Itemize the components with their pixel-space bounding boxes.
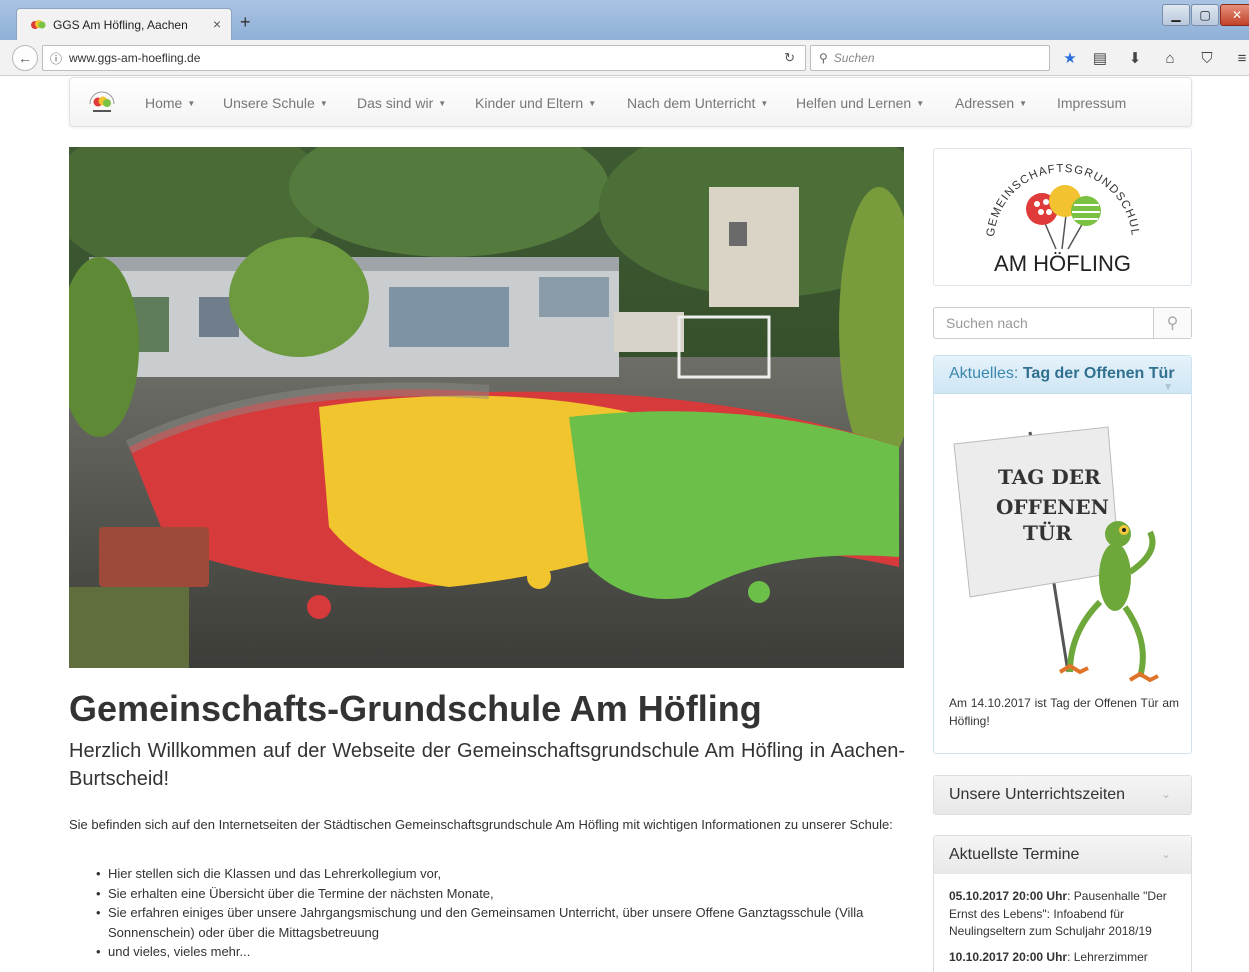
star-icon[interactable]: ★ [1060, 48, 1080, 68]
news-title: Tag der Offenen Tür [1022, 365, 1175, 382]
panel-title: Unsere Unterrichtszeiten [949, 786, 1126, 803]
chevron-down-icon: ▼ [319, 99, 328, 108]
intro-text: Sie befinden sich auf den Internetseiten… [69, 817, 893, 832]
panel-termine: Aktuellste Termine ⌄ 05.10.2017 20:00 Uh… [933, 835, 1192, 972]
list-item: Sie erfahren einiges über unsere Jahrgan… [96, 903, 906, 942]
search-icon: ⚲ [1166, 315, 1179, 332]
news-prefix: Aktuelles: [949, 365, 1019, 382]
news-text: Am 14.10.2017 ist Tag der Offenen Tür am… [949, 696, 1179, 728]
info-icon[interactable]: ⓘ [43, 50, 69, 67]
news-panel: Aktuelles: Tag der Offenen Tür ▼ TAG DER… [933, 355, 1192, 754]
school-logo-box[interactable]: GEMEINSCHAFTSGRUNDSCHULE AM HÖFLING [930, 140, 1192, 286]
list-item: und vieles, vieles mehr... [96, 942, 906, 962]
chevron-down-icon: ⌄ [1160, 847, 1171, 861]
chevron-down-icon: ▼ [187, 99, 196, 108]
nav-item-kinder-und-eltern[interactable]: Kinder und Eltern ▼ [475, 95, 596, 111]
nav-item-helfen-und-lernen[interactable]: Helfen und Lernen ▼ [796, 95, 924, 111]
sidebar-search: Suchen nach ⚲ [933, 307, 1192, 339]
search-button[interactable]: ⚲ [1153, 308, 1191, 338]
tab-close-icon[interactable]: × [213, 16, 221, 32]
open-day-illustration: TAG DER OFFENEN TÜR [953, 426, 1159, 683]
sign-line-1: TAG DER [998, 465, 1101, 489]
panel-title: Aktuellste Termine [949, 846, 1080, 863]
panel-unterrichtszeiten[interactable]: Unsere Unterrichtszeiten ⌄ [933, 775, 1192, 815]
tab-title: GGS Am Höfling, Aachen [53, 17, 188, 32]
browser-tabbar: GGS Am Höfling, Aachen × + ▁ ▢ ✕ [0, 0, 1249, 40]
search-icon: ⚲ [819, 51, 828, 65]
hero-photo [69, 147, 904, 668]
site-favicon-icon [29, 19, 47, 31]
browser-search-placeholder: Suchen [833, 51, 875, 65]
back-arrow-icon[interactable]: ← [12, 45, 38, 71]
browser-tab[interactable]: GGS Am Höfling, Aachen × [16, 8, 232, 40]
school-logo: GEMEINSCHAFTSGRUNDSCHULE AM HÖFLING [930, 140, 1140, 276]
nav-item-unsere-schule[interactable]: Unsere Schule ▼ [223, 95, 328, 111]
chevron-down-icon: ⌄ [1160, 787, 1171, 801]
termin-date: 10.10.2017 20:00 Uhr [949, 949, 1068, 964]
pocket-icon[interactable]: ⛉ [1197, 48, 1217, 68]
chevron-down-icon: ▼ [916, 99, 925, 108]
termin-date: 05.10.2017 20:00 Uhr [949, 889, 1068, 903]
news-panel-header[interactable]: Aktuelles: Tag der Offenen Tür ▼ [934, 356, 1191, 394]
chevron-down-icon: ▼ [1163, 382, 1173, 393]
chevron-down-icon: ▼ [760, 99, 769, 108]
new-tab-button[interactable]: + [240, 12, 251, 33]
browser-search-input[interactable]: ⚲ Suchen [810, 45, 1050, 71]
sign-line-3: TÜR [1023, 520, 1072, 545]
maximize-icon[interactable]: ▢ [1191, 4, 1219, 26]
site-logo[interactable] [86, 90, 118, 116]
sign-line-2: OFFENEN [996, 495, 1109, 519]
menu-icon[interactable]: ≡ [1232, 48, 1249, 68]
site-navbar: Home ▼ Unsere Schule ▼ Das sind wir ▼ Kinde… [69, 77, 1192, 127]
list-item: 10.10.2017 20:00 Uhr: Lehrerzimmer [934, 949, 1191, 967]
chevron-down-icon: ▼ [588, 99, 597, 108]
nav-item-das-sind-wir[interactable]: Das sind wir ▼ [357, 95, 446, 111]
minimize-icon[interactable]: ▁ [1162, 4, 1190, 26]
download-icon[interactable]: ⬇ [1125, 48, 1145, 68]
reading-list-icon[interactable]: ▤ [1090, 48, 1110, 68]
panel-header[interactable]: Aktuellste Termine ⌄ [934, 836, 1191, 874]
feature-list: Hier stellen sich die Klassen und das Le… [96, 864, 906, 962]
termin-text: : Lehrerzimmer [1067, 949, 1148, 964]
nav-item-home[interactable]: Home ▼ [145, 95, 195, 111]
url-text: www.ggs-am-hoefling.de [69, 51, 201, 65]
nav-item-nach-dem-unterricht[interactable]: Nach dem Unterricht ▼ [627, 95, 768, 111]
welcome-heading: Herzlich Willkommen auf der Webseite der… [69, 740, 905, 790]
chevron-down-icon: ▼ [438, 99, 447, 108]
page-title: Gemeinschafts-Grundschule Am Höfling [69, 688, 762, 729]
list-item: Sie erhalten eine Übersicht über die Ter… [96, 884, 906, 904]
chevron-down-icon: ▼ [1019, 99, 1028, 108]
nav-item-adressen[interactable]: Adressen ▼ [955, 95, 1027, 111]
sidebar-search-input[interactable]: Suchen nach [934, 308, 1153, 338]
address-bar[interactable]: ⓘ www.ggs-am-hoefling.de ↻ [42, 45, 806, 71]
reload-icon[interactable]: ↻ [784, 50, 795, 66]
list-item: Hier stellen sich die Klassen und das Le… [96, 864, 906, 884]
home-icon[interactable]: ⌂ [1160, 48, 1180, 68]
window-close-icon[interactable]: ✕ [1220, 4, 1249, 26]
browser-navbar: ← ⓘ www.ggs-am-hoefling.de ↻ ⚲ Suchen ★ … [0, 40, 1249, 76]
logo-school-name: AM HÖFLING [994, 251, 1131, 276]
nav-item-impressum[interactable]: Impressum [1057, 95, 1126, 111]
list-item: 05.10.2017 20:00 Uhr: Pausenhalle "Der E… [934, 888, 1191, 941]
panel-header[interactable]: Unsere Unterrichtszeiten ⌄ [934, 776, 1191, 814]
